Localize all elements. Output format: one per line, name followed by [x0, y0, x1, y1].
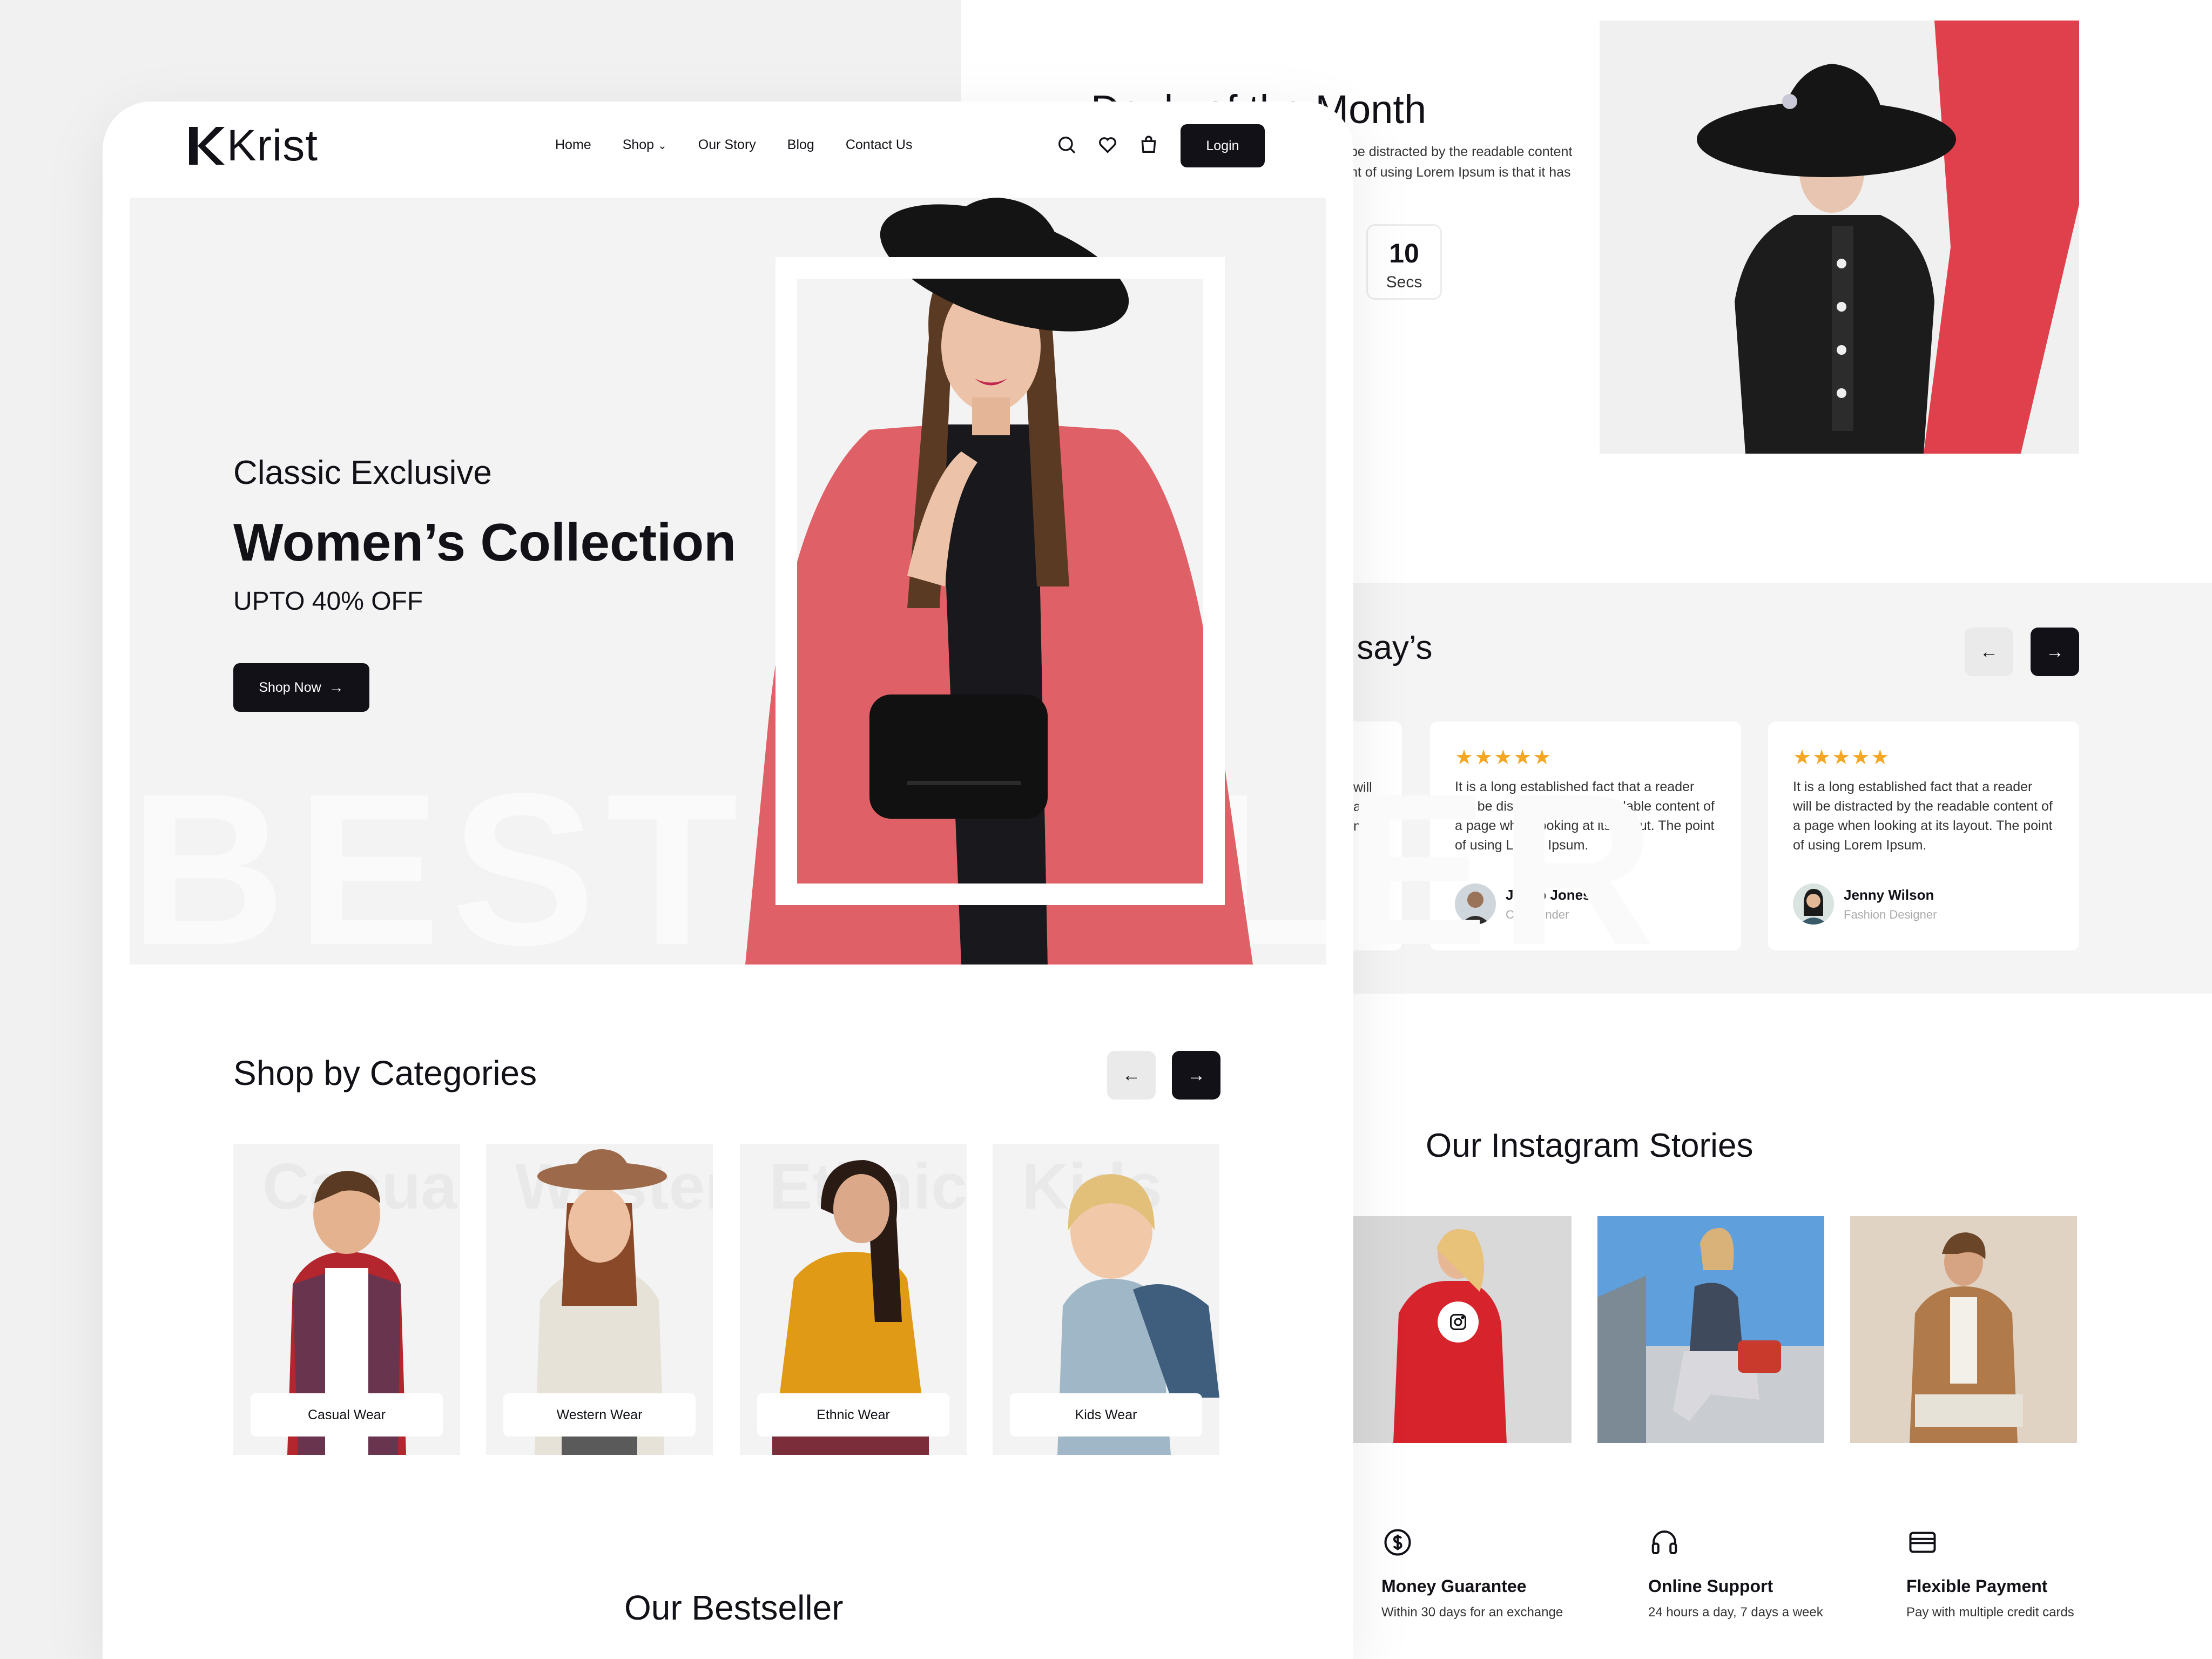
- testimonials-next-button[interactable]: →: [2031, 628, 2079, 676]
- testimonial-author: Jenny Wilson Fashion Designer: [1793, 884, 1937, 925]
- testimonial-text: It is a long established fact that a rea…: [1793, 779, 2053, 853]
- nav-item-blog[interactable]: Blog: [787, 137, 814, 153]
- deal-text-line-1: be distracted by the readable content: [1350, 144, 1573, 159]
- arrow-left-icon: ←: [1122, 1064, 1141, 1085]
- nav-item-shop[interactable]: Shop ⌄: [623, 137, 667, 153]
- author-name: Jenny Wilson: [1844, 886, 1934, 903]
- category-card-western[interactable]: Western Western Wear: [486, 1144, 713, 1455]
- login-button[interactable]: Login: [1181, 124, 1265, 167]
- shop-now-button[interactable]: Shop Now →: [233, 663, 369, 712]
- feature-subtitle: 24 hours a day, 7 days a week: [1648, 1605, 1823, 1620]
- feature-money-guarantee: Money Guarantee Within 30 days for an ex…: [1381, 1526, 1587, 1620]
- testimonial-card: ★★★★★ It is a long established fact that…: [1768, 721, 2079, 950]
- testimonials-prev-button[interactable]: ←: [1965, 628, 2013, 676]
- category-label: Kids Wear: [1010, 1393, 1202, 1437]
- category-label: Casual Wear: [251, 1393, 443, 1437]
- heart-icon[interactable]: [1097, 134, 1118, 156]
- instagram-post[interactable]: [1597, 1216, 1824, 1443]
- category-card-kids[interactable]: Kids Kids Wear: [993, 1144, 1219, 1455]
- feature-title: Online Support: [1648, 1576, 1773, 1596]
- nav-item-our-story[interactable]: Our Story: [698, 137, 756, 153]
- instagram-icon[interactable]: [1438, 1301, 1479, 1343]
- feature-subtitle: Pay with multiple credit cards: [1906, 1605, 2074, 1620]
- main-nav: Home Shop ⌄ Our Story Blog Contact Us: [555, 137, 913, 153]
- logo-text: Krist: [227, 121, 318, 170]
- credit-card-icon: [1909, 1532, 1936, 1553]
- arrow-left-icon: ←: [1980, 641, 1998, 662]
- shopping-bag-icon[interactable]: [1138, 134, 1159, 156]
- nav-item-contact-us[interactable]: Contact Us: [846, 137, 913, 153]
- countdown-value: 10: [1389, 238, 1419, 268]
- feature-subtitle: Within 30 days for an exchange: [1381, 1605, 1563, 1620]
- nav-item-shop-label: Shop: [622, 137, 655, 152]
- deal-image: [1600, 21, 2079, 454]
- category-card-ethnic[interactable]: Ethnic Ethnic Wear: [740, 1144, 967, 1455]
- hero-image-frame: [775, 257, 1225, 905]
- bestseller-title: Our Bestseller: [624, 1588, 844, 1627]
- countdown-unit: Secs: [1386, 273, 1422, 291]
- avatar: [1793, 884, 1834, 925]
- arrow-right-icon: →: [328, 679, 344, 696]
- instagram-post[interactable]: [1850, 1216, 2077, 1443]
- shop-now-label: Shop Now: [259, 679, 321, 695]
- brand-logo[interactable]: Krist: [189, 121, 318, 170]
- categories-next-button[interactable]: →: [1172, 1051, 1220, 1100]
- countdown-seconds: 10 Secs: [1366, 224, 1442, 300]
- instagram-title: Our Instagram Stories: [1426, 1127, 1754, 1164]
- category-label: Western Wear: [503, 1393, 696, 1437]
- rating-stars-icon: ★★★★★: [1793, 746, 1891, 769]
- headphones-icon: [1651, 1530, 1677, 1554]
- arrow-right-icon: →: [2046, 641, 2064, 662]
- feature-title: Money Guarantee: [1381, 1576, 1527, 1596]
- categories-title: Shop by Categories: [233, 1054, 537, 1092]
- chevron-down-icon: ⌄: [658, 140, 667, 152]
- hero-title: Women’s Collection: [233, 512, 737, 572]
- category-card-casual[interactable]: Casual Casual Wear: [233, 1144, 460, 1455]
- krist-logo-icon: [189, 127, 225, 165]
- deal-text-line-2: nt of using Lorem Ipsum is that it has: [1350, 165, 1571, 180]
- categories-prev-button[interactable]: ←: [1107, 1051, 1156, 1100]
- hero-eyebrow: Classic Exclusive: [233, 454, 492, 491]
- dollar-coin-icon: [1384, 1529, 1411, 1556]
- header-icons: [1056, 134, 1159, 156]
- feature-flexible-payment: Flexible Payment Pay with multiple credi…: [1906, 1526, 2112, 1620]
- author-role: Fashion Designer: [1844, 907, 1937, 921]
- arrow-right-icon: →: [1187, 1064, 1205, 1085]
- search-icon[interactable]: [1056, 134, 1077, 156]
- deal-description: be distracted by the readable content nt…: [1350, 141, 1588, 183]
- category-label: Ethnic Wear: [757, 1393, 949, 1437]
- hero-offer: UPTO 40% OFF: [233, 587, 423, 616]
- feature-online-support: Online Support 24 hours a day, 7 days a …: [1648, 1526, 1853, 1620]
- feature-title: Flexible Payment: [1906, 1576, 2048, 1596]
- nav-item-home[interactable]: Home: [555, 137, 591, 153]
